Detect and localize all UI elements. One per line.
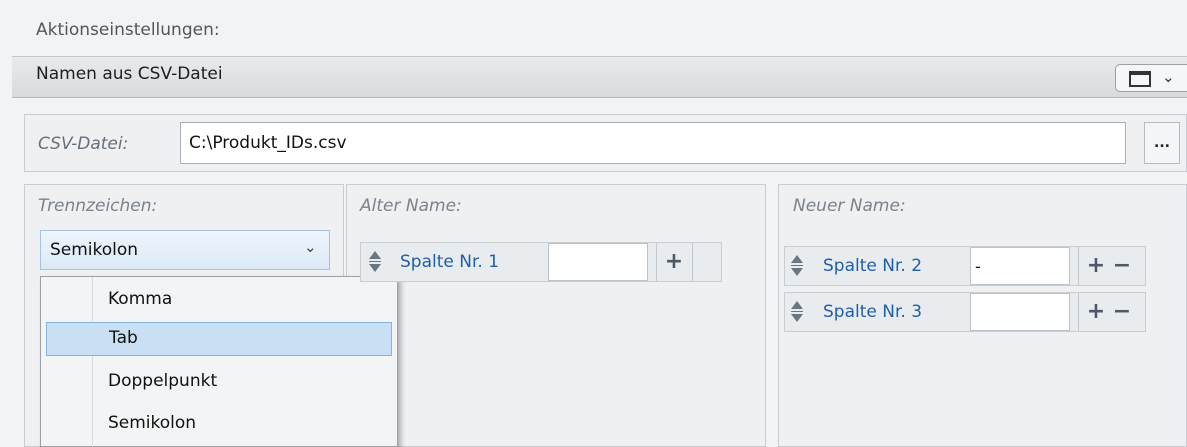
browse-button[interactable]: ... [1144,122,1180,164]
separator-label: Trennzeichen: [38,196,158,216]
new-name-column-label: Spalte Nr. 3 [823,302,923,322]
old-name-column-input[interactable] [548,243,648,281]
add-new-column-button[interactable]: + [1084,251,1108,281]
row-divider [692,243,693,281]
new-name-column-input[interactable] [970,293,1070,331]
window-icon [1129,71,1151,87]
old-name-panel [346,184,766,447]
old-name-label: Alter Name: [360,196,462,216]
reorder-spinner-icon[interactable] [367,243,387,281]
remove-new-column-button[interactable]: − [1110,297,1134,327]
dropdown-option-komma[interactable]: Komma [94,284,396,318]
view-mode-button[interactable]: ⌄ [1115,64,1187,92]
dropdown-option-tab[interactable]: Tab [46,322,392,356]
reorder-spinner-icon[interactable] [789,247,809,285]
csv-file-input[interactable] [180,122,1126,164]
add-new-column-button[interactable]: + [1084,297,1108,327]
dropdown-icon-gutter [41,277,93,447]
settings-label: Aktionseinstellungen: [36,20,220,40]
csv-file-label: CSV-Datei: [38,134,129,154]
chevron-down-icon: ⌄ [1162,68,1175,86]
add-old-column-button[interactable]: + [662,247,686,277]
section-title: Namen aus CSV-Datei [36,64,223,84]
new-name-column-input[interactable] [970,247,1070,285]
dropdown-option-semikolon[interactable]: Semikolon [94,408,396,442]
reorder-spinner-icon[interactable] [789,293,809,331]
remove-new-column-button[interactable]: − [1110,251,1134,281]
new-name-label: Neuer Name: [793,196,906,216]
row-divider [1078,293,1079,331]
row-divider [656,243,657,281]
chevron-down-icon: ⌄ [304,238,317,256]
new-name-column-label: Spalte Nr. 2 [823,256,923,276]
old-name-column-label: Spalte Nr. 1 [400,252,500,272]
dropdown-option-doppelpunkt[interactable]: Doppelpunkt [94,366,396,400]
separator-selected-value: Semikolon [50,240,139,260]
row-divider [1078,247,1079,285]
